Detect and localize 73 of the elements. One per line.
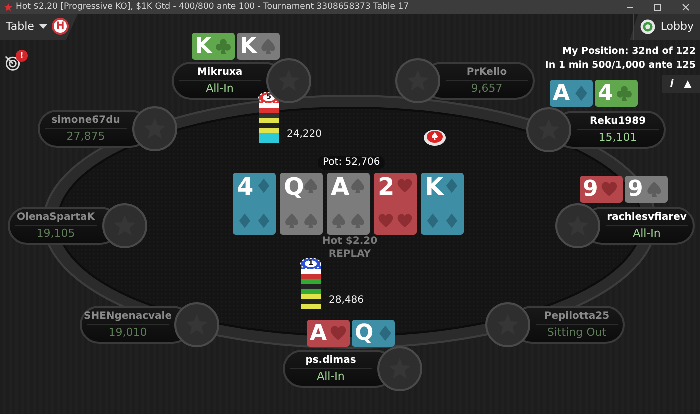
spade-icon <box>331 213 347 229</box>
diamond-icon <box>256 213 272 229</box>
heart-icon <box>330 325 348 342</box>
close-icon <box>681 2 691 12</box>
chip-icon <box>640 19 656 35</box>
table-menu-button[interactable]: Table <box>0 14 54 40</box>
player-stack: 9,657 <box>446 80 528 97</box>
player-name: simone67du <box>52 114 120 128</box>
club-icon <box>616 85 634 102</box>
alert-badge: ! <box>16 50 28 62</box>
info-text: My Position: 32nd of 122 <box>562 45 696 59</box>
player-name: ps.dimas <box>306 354 356 368</box>
pot-amount: Pot: 52,706 <box>318 156 386 170</box>
player-name: Mikruxa <box>197 66 243 80</box>
card-rank: 4 <box>598 82 614 104</box>
heart-icon <box>378 213 394 229</box>
spade-chip-icon <box>423 129 447 147</box>
player-name: rachlesvfiarev <box>607 211 687 225</box>
window-title: Hot $2.20 [Progressive KO], $1K Gtd - 400/800 ante 100 - Tournament 3308658373 Table 17 <box>16 1 410 14</box>
table-name: Hot $2.20 <box>322 236 378 248</box>
player-stack: 27,875 <box>44 128 128 145</box>
card-rank: A <box>310 322 328 344</box>
player-stack: 19,010 <box>86 324 170 341</box>
spade-icon <box>303 178 319 194</box>
bet-amount: 28,486 <box>324 294 369 308</box>
info-button[interactable]: i <box>670 76 674 92</box>
spade-icon <box>260 38 278 55</box>
player-name: PrKello <box>466 66 508 80</box>
player-stack: All-In <box>290 368 372 385</box>
spade-icon <box>646 181 664 198</box>
card-rank: 4 <box>237 175 254 199</box>
spade-icon <box>284 213 300 229</box>
player-stack: 19,105 <box>14 225 98 242</box>
card-rank: A <box>553 82 570 104</box>
info-text: In 1 min 500/1,000 ante 125 <box>545 59 696 73</box>
card-rank: Q <box>284 175 304 199</box>
bet-amount: 24,220 <box>282 128 327 142</box>
target-icon[interactable] <box>4 54 22 72</box>
diamond-icon <box>444 213 460 229</box>
player-stack: All-In <box>606 225 688 242</box>
card-rank: K <box>195 36 212 58</box>
chip-stack-drawing <box>300 258 322 310</box>
collapse-button[interactable]: ▲ <box>684 76 692 92</box>
diamond-icon <box>425 213 441 229</box>
diamond-icon <box>237 213 253 229</box>
heart-icon <box>397 178 413 194</box>
spade-icon <box>350 213 366 229</box>
diamond-icon <box>444 178 460 194</box>
diamond-icon <box>573 85 590 102</box>
card-rank: A <box>331 175 350 199</box>
diamond-icon <box>256 178 272 194</box>
card-rank: K <box>425 175 444 199</box>
player-name: Pepilotta25 <box>544 310 610 324</box>
club-icon <box>215 38 232 55</box>
card-rank: Q <box>355 322 374 344</box>
spade-icon <box>350 178 366 194</box>
heart-icon <box>601 181 618 198</box>
star-logo-icon <box>4 2 13 12</box>
card-rank: 9 <box>628 178 644 200</box>
spade-icon <box>303 213 319 229</box>
card-rank: 9 <box>583 178 598 200</box>
card-rank: 2 <box>378 175 395 199</box>
player-stack: Sitting Out <box>536 324 618 341</box>
replay-label: REPLAY <box>328 249 372 261</box>
player-stack: 15,101 <box>576 129 660 146</box>
diamond-icon <box>376 325 394 342</box>
player-name: Reku1989 <box>590 115 646 129</box>
caret-icon <box>39 24 48 30</box>
card-rank: K <box>240 36 258 58</box>
player-name: SHENgenacvale <box>84 310 172 324</box>
heart-icon <box>397 213 413 229</box>
maximize-icon <box>653 2 663 12</box>
player-name: OlenaSpartaK <box>17 211 95 225</box>
